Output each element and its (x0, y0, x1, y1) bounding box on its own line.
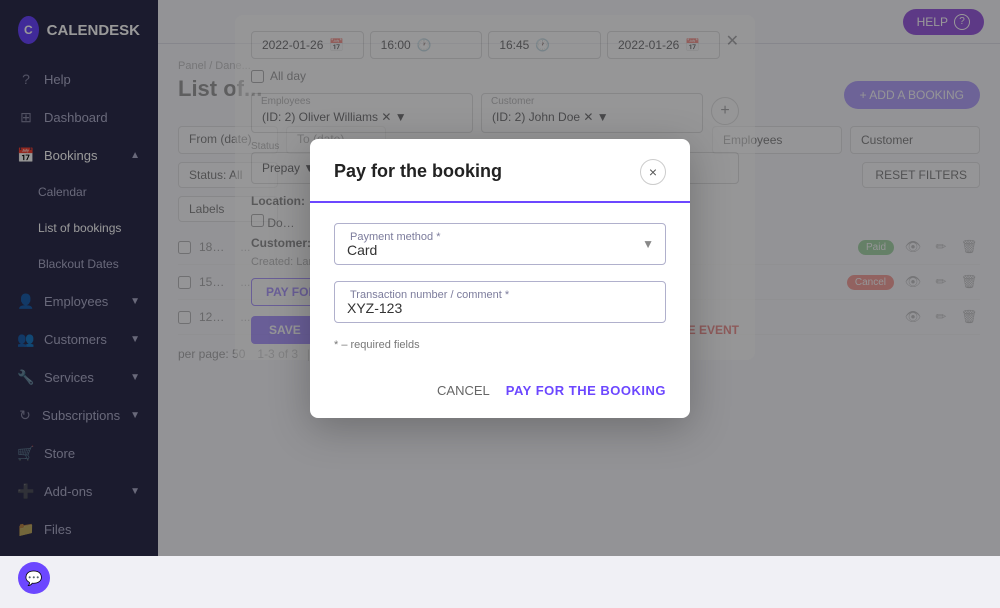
modal-title: Pay for the booking (334, 161, 502, 182)
transaction-number-field: Transaction number / comment * (334, 281, 666, 323)
close-icon: × (649, 164, 657, 180)
cancel-button[interactable]: CANCEL (437, 383, 490, 398)
payment-method-field: Payment method * Card Cash Transfer Othe… (334, 223, 666, 265)
required-note: * – required fields (334, 339, 666, 351)
pay-booking-modal: Pay for the booking × Payment method * C… (310, 139, 690, 418)
modal-footer: CANCEL PAY FOR THE BOOKING (310, 371, 690, 418)
payment-method-select[interactable]: Card Cash Transfer Other (334, 223, 666, 265)
modal-body: Payment method * Card Cash Transfer Othe… (310, 203, 690, 371)
cancel-label: CANCEL (437, 383, 490, 398)
chat-icon[interactable]: 💬 (18, 562, 50, 594)
modal-header: Pay for the booking × (310, 139, 690, 203)
transaction-input[interactable] (334, 281, 666, 323)
pay-label: PAY FOR THE BOOKING (506, 383, 666, 398)
modal-close-button[interactable]: × (640, 159, 666, 185)
modal-overlay[interactable]: Pay for the booking × Payment method * C… (0, 0, 1000, 556)
pay-for-booking-button[interactable]: PAY FOR THE BOOKING (506, 383, 666, 398)
